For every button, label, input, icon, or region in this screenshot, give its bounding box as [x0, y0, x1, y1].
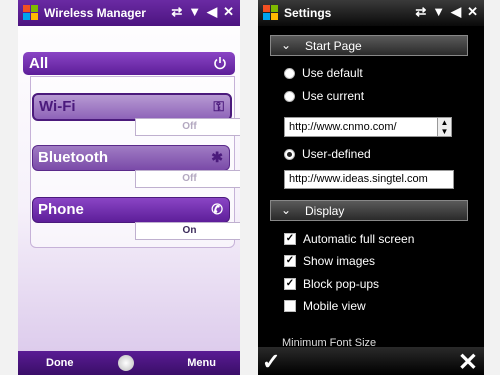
mobile-view-option[interactable]: Mobile view — [284, 299, 366, 313]
app-title: Settings — [284, 6, 332, 20]
wifi-toggle-button[interactable]: Wi-Fi ⚿ — [32, 93, 232, 121]
bluetooth-off-icon: ✱ — [211, 149, 223, 165]
volume-icon[interactable]: ◀ — [207, 4, 217, 20]
checkbox-checked[interactable]: ✓ — [284, 233, 296, 245]
chevron-down-icon: ⌄ — [281, 38, 292, 52]
input-panel-icon[interactable] — [118, 355, 134, 371]
checkbox-checked[interactable]: ✓ — [284, 278, 296, 290]
windows-start-icon[interactable] — [23, 5, 39, 21]
user-defined-option[interactable]: User-defined — [284, 147, 371, 161]
wifi-state: Off — [135, 118, 240, 136]
wifi-label: Wi-Fi — [39, 98, 76, 115]
phone-toggle-button[interactable]: Phone ✆ — [32, 197, 230, 223]
radio-button[interactable] — [284, 67, 295, 79]
block-popups-option[interactable]: ✓ Block pop-ups — [284, 277, 379, 291]
status-bar: Wireless Manager ⇄ ▼ ◀ ✕ — [18, 0, 240, 26]
volume-icon[interactable]: ◀ — [451, 4, 461, 20]
spin-icon[interactable]: ▲ ▼ — [437, 118, 451, 136]
checkmark-icon[interactable]: ✓ — [262, 349, 280, 375]
windows-start-icon[interactable] — [263, 5, 279, 21]
wireless-manager-screen: Wireless Manager ⇄ ▼ ◀ ✕ All Wi-Fi ⚿ Off… — [18, 0, 240, 375]
phone-label: Phone — [38, 201, 84, 218]
wifi-off-icon: ⚿ — [213, 98, 224, 114]
softkey-bar: ✓ ✕ — [258, 347, 484, 375]
signal-icon[interactable]: ▼ — [432, 4, 445, 20]
cancel-icon[interactable]: ✕ — [458, 348, 478, 375]
close-icon[interactable]: ✕ — [223, 4, 234, 20]
signal-icon[interactable]: ▼ — [188, 4, 201, 20]
softkey-bar: Done Menu — [18, 351, 240, 375]
settings-screen: Settings ⇄ ▼ ◀ ✕ ⌄ Start Page Use defaul… — [258, 0, 484, 375]
show-images-option[interactable]: ✓ Show images — [284, 254, 375, 268]
checkbox-unchecked[interactable] — [284, 300, 296, 312]
radio-button-selected[interactable] — [284, 148, 295, 160]
close-icon[interactable]: ✕ — [467, 4, 478, 20]
radio-button[interactable] — [284, 90, 295, 102]
bluetooth-label: Bluetooth — [38, 149, 108, 166]
done-softkey[interactable]: Done — [46, 357, 74, 369]
bluetooth-toggle-button[interactable]: Bluetooth ✱ — [32, 145, 230, 171]
menu-softkey[interactable]: Menu — [187, 357, 216, 369]
checkbox-checked[interactable]: ✓ — [284, 255, 296, 267]
user-defined-url-input[interactable]: http://www.ideas.singtel.com — [284, 170, 454, 189]
bluetooth-state: Off — [135, 170, 240, 188]
automatic-full-screen-option[interactable]: ✓ Automatic full screen — [284, 232, 414, 246]
connectivity-icon[interactable]: ⇄ — [171, 4, 182, 20]
all-toggle-button[interactable]: All — [23, 52, 235, 75]
app-title: Wireless Manager — [44, 6, 146, 20]
display-header[interactable]: ⌄ Display — [270, 200, 468, 221]
use-current-option[interactable]: Use current — [284, 89, 364, 103]
connectivity-icon[interactable]: ⇄ — [415, 4, 426, 20]
use-default-option[interactable]: Use default — [284, 66, 363, 80]
phone-state: On — [135, 222, 240, 240]
chevron-down-icon: ⌄ — [281, 203, 292, 217]
power-icon — [214, 57, 226, 70]
start-page-dropdown[interactable]: http://www.cnmo.com/ ▲ ▼ — [284, 117, 452, 137]
all-label: All — [29, 55, 49, 72]
phone-icon: ✆ — [211, 201, 223, 217]
start-page-header[interactable]: ⌄ Start Page — [270, 35, 468, 56]
screenshot-frame: Wireless Manager ⇄ ▼ ◀ ✕ All Wi-Fi ⚿ Off… — [0, 0, 500, 375]
status-bar: Settings ⇄ ▼ ◀ ✕ — [258, 0, 484, 26]
